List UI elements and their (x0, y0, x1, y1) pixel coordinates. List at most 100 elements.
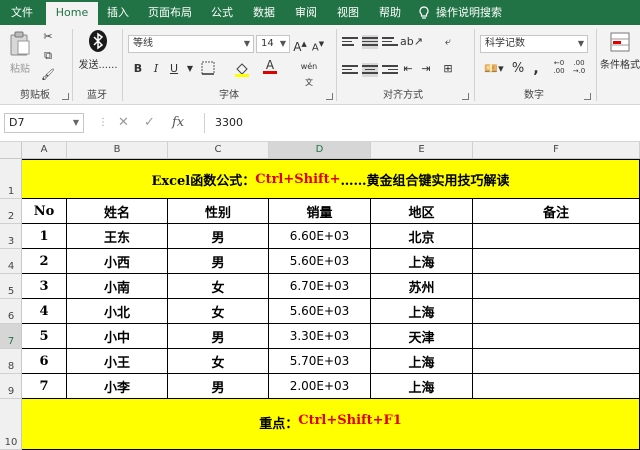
cell-name[interactable]: 小王 (67, 349, 168, 374)
comma-style-icon[interactable]: , (528, 61, 544, 77)
cell-gender[interactable]: 女 (168, 349, 269, 374)
more-options-icon[interactable]: ⋮ (98, 113, 108, 133)
align-center-icon[interactable] (362, 63, 378, 77)
column-header-a[interactable]: A (22, 142, 67, 159)
row-header-6[interactable]: 6 (0, 299, 22, 324)
decrease-font-icon[interactable]: A▼ (310, 36, 326, 53)
align-bottom-icon[interactable] (382, 35, 398, 49)
title-banner-cell[interactable]: Excel函数公式： Ctrl+Shift+ ……黄金组合键实用技巧解读 (22, 159, 640, 199)
font-color-icon[interactable]: A (262, 59, 278, 75)
bold-button[interactable]: B (130, 61, 146, 77)
underline-button[interactable]: U (166, 61, 182, 77)
column-header-c[interactable]: C (168, 142, 269, 159)
percent-button[interactable]: % (510, 61, 526, 77)
column-header-e[interactable]: E (371, 142, 473, 159)
header-cell-no[interactable]: No (22, 199, 67, 224)
number-launcher-icon[interactable] (584, 93, 591, 100)
formula-input[interactable]: 3300 (204, 113, 636, 133)
increase-indent-icon[interactable]: ⇥ (418, 61, 434, 77)
align-right-icon[interactable] (382, 63, 398, 77)
borders-icon[interactable] (200, 61, 216, 77)
header-cell-region[interactable]: 地区 (371, 199, 473, 224)
cell-sales[interactable]: 5.70E+03 (269, 349, 371, 374)
cell-no[interactable]: 3 (22, 274, 67, 299)
row-header-5[interactable]: 5 (0, 274, 22, 299)
cell-notes[interactable] (473, 349, 640, 374)
cell-gender[interactable]: 女 (168, 274, 269, 299)
increase-decimal-icon[interactable]: ←0.00 (550, 59, 568, 75)
cell-gender[interactable]: 女 (168, 299, 269, 324)
clipboard-launcher-icon[interactable] (62, 93, 69, 100)
footer-banner-cell[interactable]: 重点： Ctrl+Shift+F1 (22, 399, 640, 450)
number-format-select[interactable]: 科学记数 ▼ (480, 35, 588, 53)
row-header-3[interactable]: 3 (0, 224, 22, 249)
copy-icon[interactable]: ⧉ (40, 48, 56, 64)
cancel-icon[interactable]: ✕ (118, 113, 129, 133)
cell-no[interactable]: 7 (22, 374, 67, 399)
row-header-10[interactable]: 10 (0, 399, 22, 450)
cut-icon[interactable]: ✂ (40, 29, 56, 45)
format-painter-icon[interactable]: 🖌 (40, 67, 56, 83)
header-cell-gender[interactable]: 性别 (168, 199, 269, 224)
cell-region[interactable]: 天津 (371, 324, 473, 349)
cell-sales[interactable]: 2.00E+03 (269, 374, 371, 399)
enter-icon[interactable]: ✓ (144, 113, 155, 133)
tab-home[interactable]: Home (46, 2, 98, 25)
cell-no[interactable]: 4 (22, 299, 67, 324)
phonetic-icon[interactable]: wén 文 (298, 59, 320, 87)
column-header-d[interactable]: D (269, 142, 371, 159)
font-name-select[interactable]: 等线 ▼ (128, 35, 254, 53)
row-header-8[interactable]: 8 (0, 349, 22, 374)
cell-gender[interactable]: 男 (168, 374, 269, 399)
decrease-indent-icon[interactable]: ⇤ (400, 61, 416, 77)
row-header-9[interactable]: 9 (0, 374, 22, 399)
header-cell-notes[interactable]: 备注 (473, 199, 640, 224)
decrease-decimal-icon[interactable]: .00 →.0 (570, 59, 588, 75)
select-all-corner[interactable] (0, 142, 22, 159)
header-cell-name[interactable]: 姓名 (67, 199, 168, 224)
cell-name[interactable]: 王东 (67, 224, 168, 249)
align-left-icon[interactable] (342, 63, 358, 77)
cell-region[interactable]: 北京 (371, 224, 473, 249)
tab-view[interactable]: 视图 (330, 0, 366, 25)
row-header-4[interactable]: 4 (0, 249, 22, 274)
paste-button[interactable]: 粘贴 (6, 31, 34, 75)
tell-me-search[interactable]: 操作说明搜索 (436, 0, 520, 25)
cell-sales[interactable]: 5.60E+03 (269, 299, 371, 324)
align-top-icon[interactable] (342, 35, 358, 49)
tab-review[interactable]: 审阅 (288, 0, 324, 25)
tab-file[interactable]: 文件 (0, 0, 44, 25)
italic-button[interactable]: I (148, 61, 164, 77)
merge-center-icon[interactable]: ⊞ (440, 61, 456, 77)
chevron-down-icon[interactable]: ▼ (182, 61, 198, 77)
cell-region[interactable]: 苏州 (371, 274, 473, 299)
cell-no[interactable]: 6 (22, 349, 67, 374)
alignment-launcher-icon[interactable] (462, 93, 469, 100)
tab-page-layout[interactable]: 页面布局 (140, 0, 200, 25)
cell-name[interactable]: 小李 (67, 374, 168, 399)
wrap-text-icon[interactable]: ⤶ (440, 34, 456, 50)
cell-name[interactable]: 小北 (67, 299, 168, 324)
row-header-2[interactable]: 2 (0, 199, 22, 224)
cell-region[interactable]: 上海 (371, 349, 473, 374)
column-header-f[interactable]: F (473, 142, 640, 159)
font-launcher-icon[interactable] (326, 93, 333, 100)
cell-gender[interactable]: 男 (168, 249, 269, 274)
cell-sales[interactable]: 6.60E+03 (269, 224, 371, 249)
cell-sales[interactable]: 5.60E+03 (269, 249, 371, 274)
cell-gender[interactable]: 男 (168, 224, 269, 249)
cell-notes[interactable] (473, 224, 640, 249)
column-header-b[interactable]: B (67, 142, 168, 159)
cell-region[interactable]: 上海 (371, 374, 473, 399)
cell-gender[interactable]: 男 (168, 324, 269, 349)
cell-notes[interactable] (473, 274, 640, 299)
cell-sales[interactable]: 6.70E+03 (269, 274, 371, 299)
cell-notes[interactable] (473, 324, 640, 349)
cell-no[interactable]: 1 (22, 224, 67, 249)
tab-insert[interactable]: 插入 (100, 0, 136, 25)
name-box[interactable]: D7 ▼ (4, 113, 84, 133)
accounting-format-icon[interactable]: 💴▾ (482, 61, 506, 77)
tab-data[interactable]: 数据 (246, 0, 282, 25)
align-middle-icon[interactable] (362, 35, 378, 49)
cell-no[interactable]: 5 (22, 324, 67, 349)
